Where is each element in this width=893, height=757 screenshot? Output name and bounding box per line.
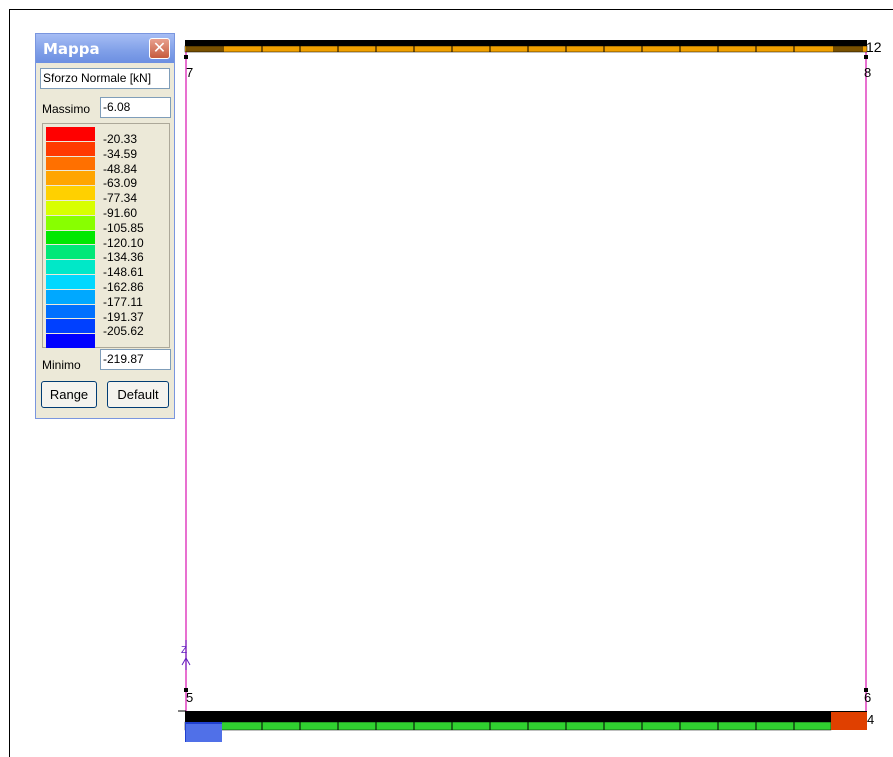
range-button[interactable]: Range (41, 381, 97, 408)
bottom-beam-outline (185, 711, 867, 722)
max-label: Massimo (42, 102, 91, 116)
bottom-beam-right-end (831, 712, 867, 730)
scale-swatch (46, 245, 95, 260)
scale-tick-label: -105.85 (103, 220, 144, 235)
scale-tick-label: -134.36 (103, 250, 144, 265)
scale-tick-label: -77.34 (103, 191, 138, 206)
default-button[interactable]: Default (107, 381, 169, 408)
node-marker-8 (864, 55, 868, 59)
axis-label-z: Z (181, 645, 188, 656)
scale-tick-label: -120.10 (103, 235, 144, 250)
legend-titlebar[interactable]: Mappa ✕ (36, 34, 174, 63)
node-label-7: 7 (186, 65, 194, 80)
scale-tick-label: -177.11 (103, 294, 143, 309)
max-input[interactable]: -6.08 (100, 97, 171, 118)
top-beam-fill (184, 45, 868, 53)
node-label-6: 6 (864, 690, 872, 705)
scale-swatch (46, 304, 95, 319)
scale-tick-label: -63.09 (103, 176, 138, 191)
default-button-label: Default (117, 387, 159, 402)
scale-swatch (46, 201, 95, 215)
node-label-5: 5 (186, 690, 194, 705)
scale-tick-label: -191.37 (103, 309, 144, 324)
close-icon: ✕ (152, 38, 167, 57)
scale-swatch (46, 156, 95, 171)
scale-swatch (46, 171, 95, 186)
quantity-field[interactable]: Sforzo Normale [kN] (40, 68, 170, 89)
scale-tick-label: -34.59 (103, 146, 138, 161)
scale-swatch (46, 230, 95, 245)
scale-tick-label: -148.61 (103, 265, 144, 280)
scale-swatch (46, 289, 95, 304)
close-button[interactable]: ✕ (149, 38, 170, 59)
node-label-4: 4 (867, 712, 875, 727)
scale-swatch (46, 260, 95, 274)
node-label-12: 12 (866, 39, 882, 55)
scale-tick-label: -91.60 (103, 206, 138, 220)
scale-swatch (46, 275, 95, 289)
scale-swatch (46, 127, 95, 141)
color-scale: -20.33 -34.59 -48.84 -63.09 -77.34 -91.60 -105… (42, 123, 170, 348)
legend-title: Mappa (43, 40, 100, 58)
top-beam-outline (185, 40, 867, 46)
range-button-label: Range (49, 387, 89, 402)
legend-window[interactable]: Mappa ✕ Sforzo Normale [kN] Massimo -6.0… (35, 33, 175, 419)
min-label: Minimo (42, 358, 81, 372)
scale-swatch (46, 215, 95, 230)
node-label-8: 8 (864, 65, 872, 80)
quantity-text: Sforzo Normale [kN] (43, 71, 152, 85)
scale-swatch (46, 186, 95, 200)
scale-tick-label: -48.84 (103, 161, 138, 176)
max-value: -6.08 (103, 100, 131, 114)
scale-tick-label: -162.86 (103, 280, 144, 294)
min-input[interactable]: -219.87 (100, 349, 171, 370)
bottom-beam-fill (184, 721, 832, 731)
scale-swatch (46, 319, 95, 334)
scale-swatch (46, 334, 95, 348)
scale-tick-label: -20.33 (103, 132, 138, 146)
scale-tick-label: -205.62 (103, 324, 144, 339)
min-value: -219.87 (103, 352, 144, 366)
scale-swatch (46, 141, 95, 156)
node-marker-7 (184, 55, 188, 59)
beam-segment-ticks (261, 46, 795, 730)
